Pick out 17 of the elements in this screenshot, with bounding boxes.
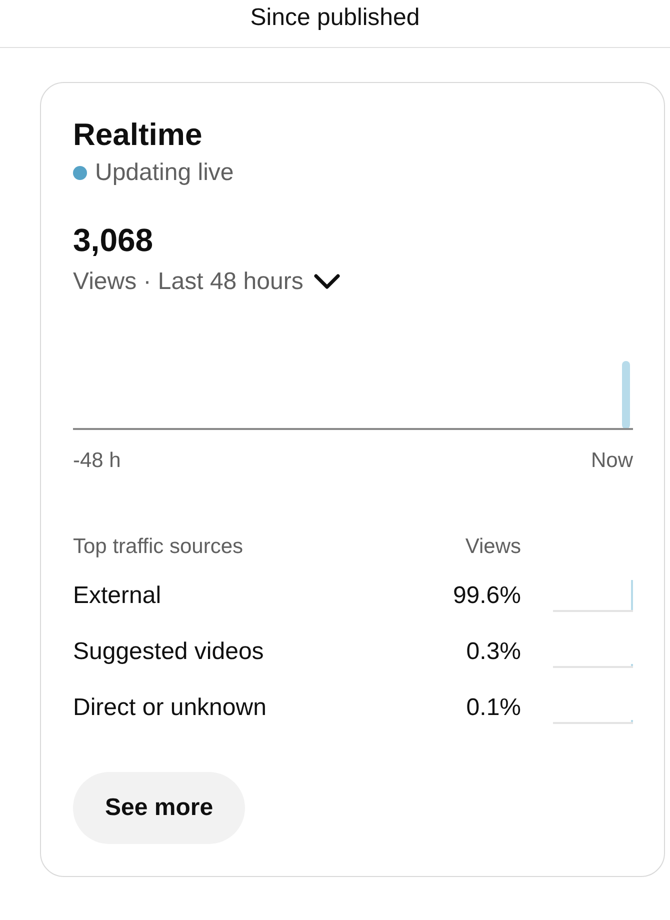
section-title: Since published xyxy=(250,4,420,32)
traffic-value: 0.3% xyxy=(465,637,521,667)
see-more-button[interactable]: See more xyxy=(73,772,246,844)
traffic-source: Suggested videos xyxy=(73,637,265,667)
column-header: Top traffic sources xyxy=(73,534,244,560)
axis-label: Now xyxy=(590,448,633,474)
traffic-value: 0.1% xyxy=(465,693,521,723)
column-header: Views xyxy=(464,534,522,560)
card-title: Realtime xyxy=(73,117,204,153)
traffic-value: 99.6% xyxy=(452,581,521,611)
traffic-source: Direct or unknown xyxy=(73,693,268,723)
chevron-down-icon xyxy=(313,273,342,291)
views-total: 3,068 xyxy=(73,221,154,259)
metric-dropdown[interactable]: Views · Last 48 hours xyxy=(73,267,342,297)
status-label: Updating live xyxy=(95,159,234,187)
axis-label: -48 h xyxy=(73,448,121,474)
traffic-source: External xyxy=(73,581,162,611)
